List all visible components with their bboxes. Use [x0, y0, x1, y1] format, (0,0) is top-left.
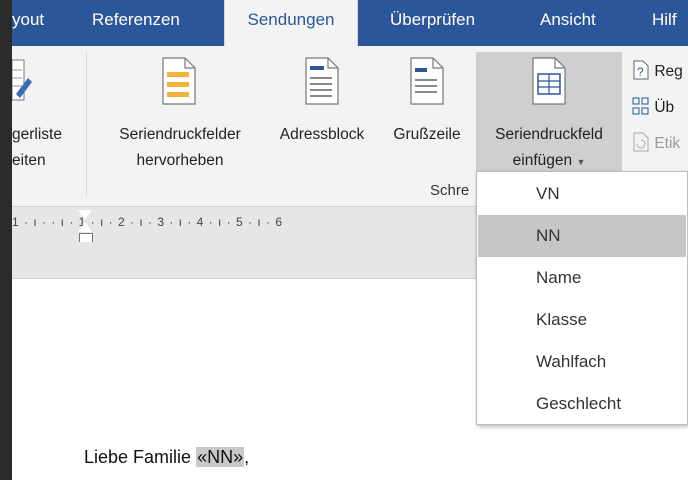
menu-item-vn[interactable]: VN [478, 173, 686, 215]
merge-field-dropdown: VN NN Name Klasse Wahlfach Geschlecht [476, 171, 688, 425]
update-labels-icon [633, 132, 649, 152]
menu-item-name[interactable]: Name [478, 257, 686, 299]
hanging-indent-marker[interactable] [78, 222, 92, 232]
first-line-indent-marker[interactable] [78, 210, 92, 220]
chevron-down-icon: ▼ [576, 157, 586, 167]
highlight-merge-fields-label: Seriendruckfelder hervorheben [119, 126, 241, 169]
update-labels-button[interactable]: Etik [632, 132, 680, 153]
tab-sendungen[interactable]: Sendungen [224, 0, 358, 46]
address-block-icon [305, 57, 339, 105]
match-fields-icon [632, 97, 649, 115]
rules-icon: ? [633, 60, 649, 80]
tab-ueberpruefen[interactable]: Überprüfen [390, 0, 475, 46]
recipient-list-icon [12, 59, 32, 101]
merge-field-nn[interactable]: «NN» [196, 447, 245, 467]
ribbon-group-label: Schre [430, 182, 470, 199]
greeting-line-icon [410, 57, 444, 105]
tab-layout[interactable]: yout [12, 0, 44, 46]
menu-item-klasse[interactable]: Klasse [478, 299, 686, 341]
group-separator [86, 52, 87, 196]
tab-ansicht[interactable]: Ansicht [540, 0, 596, 46]
highlight-fields-icon [162, 57, 196, 105]
edit-recipient-list-button[interactable]: gerliste eiten [12, 52, 74, 192]
address-block-button[interactable]: Adressblock [266, 52, 378, 192]
match-fields-button[interactable]: Üb [632, 96, 674, 117]
highlight-merge-fields-button[interactable]: Seriendruckfelder hervorheben [96, 52, 264, 192]
menu-item-nn[interactable]: NN [478, 215, 686, 257]
menu-item-wahlfach[interactable]: Wahlfach [478, 341, 686, 383]
word-window: yout Referenzen Sendungen Überprüfen Ans… [12, 0, 688, 480]
ribbon-tab-bar: yout Referenzen Sendungen Überprüfen Ans… [12, 0, 688, 46]
rules-button[interactable]: ? Reg [632, 60, 683, 81]
tab-hilfe[interactable]: Hilf [652, 0, 677, 46]
greeting-line-button[interactable]: Grußzeile [380, 52, 474, 192]
tab-referenzen[interactable]: Referenzen [92, 0, 180, 46]
address-block-label: Adressblock [279, 126, 365, 143]
svg-text:?: ? [637, 65, 644, 79]
insert-merge-field-icon [532, 57, 566, 105]
insert-merge-field-label: Seriendruckfeld einfügen ▼ [495, 126, 603, 169]
salutation-line[interactable]: Liebe Familie «NN», [84, 447, 249, 468]
greeting-line-label: Grußzeile [393, 126, 461, 143]
edit-recipient-list-label: gerliste eiten [12, 126, 62, 169]
menu-item-geschlecht[interactable]: Geschlecht [478, 383, 686, 425]
